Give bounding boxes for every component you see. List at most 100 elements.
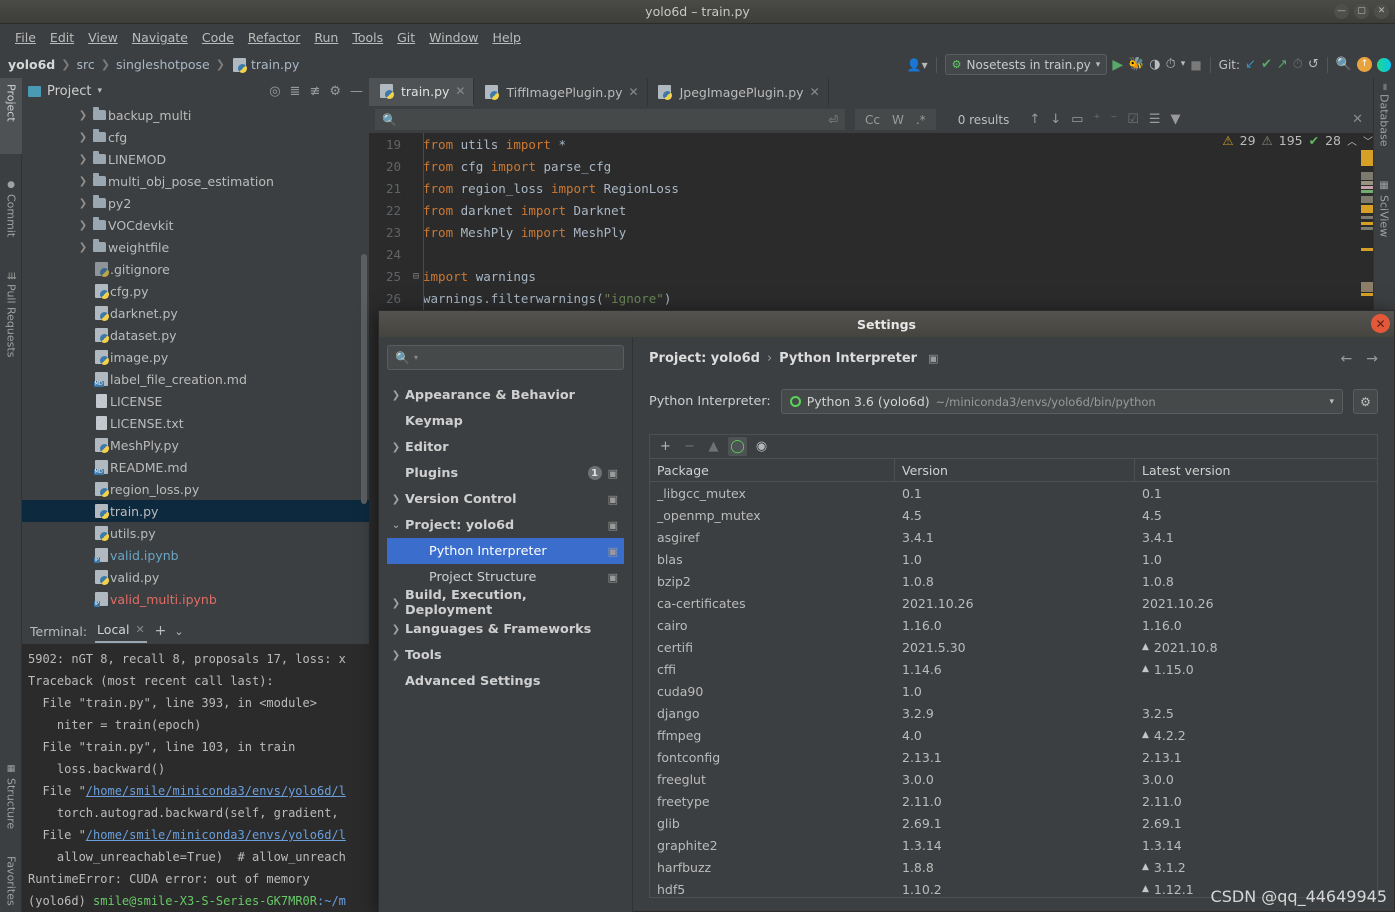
close-button[interactable]: ✕ [1374, 4, 1389, 19]
sidebar-item-commit[interactable]: ● Commit [0, 174, 22, 252]
exclude-icon[interactable]: ☑ [1127, 112, 1139, 127]
nav-forward-icon[interactable]: → [1366, 351, 1378, 367]
push-icon[interactable]: ↗ [1277, 58, 1288, 71]
debug-icon[interactable]: 🐝 [1128, 58, 1144, 71]
chevron-right-icon[interactable]: ❯ [387, 494, 405, 505]
add-package-icon[interactable]: + [656, 437, 675, 456]
chevron-right-icon[interactable]: ❯ [387, 624, 405, 635]
menu-edit[interactable]: Edit [43, 27, 81, 48]
tree-item--gitignore[interactable]: .gitignore [22, 258, 369, 280]
code-line[interactable]: 20 from cfg import parse_cfg [369, 155, 1373, 177]
history-icon[interactable]: ⏱ [1293, 58, 1303, 71]
sidebar-item-favorites[interactable]: Favorites [0, 850, 22, 912]
table-row[interactable]: blas 1.0 1.0 [650, 548, 1377, 570]
chevron-right-icon[interactable]: ❯ [387, 598, 405, 609]
table-row[interactable]: _libgcc_mutex 0.1 0.1 [650, 482, 1377, 504]
copy-icon[interactable]: ▣ [608, 519, 618, 532]
chevron-right-icon[interactable]: ❯ [76, 220, 90, 231]
sidebar-item-structure[interactable]: ▦ Structure [0, 758, 22, 844]
tree-item-linemod[interactable]: ❯ LINEMOD [22, 148, 369, 170]
filter-icon[interactable]: ▼ [1171, 112, 1181, 127]
close-icon[interactable]: ✕ [629, 85, 639, 99]
menu-navigate[interactable]: Navigate [125, 27, 195, 48]
menu-help[interactable]: Help [485, 27, 528, 48]
settings-category-tree[interactable]: ❯ Appearance & Behavior Keymap ❯ Editor Plugi… [387, 382, 624, 694]
chevron-right-icon[interactable]: ❯ [76, 198, 90, 209]
chevron-right-icon[interactable]: ❯ [76, 132, 90, 143]
show-early-releases-icon[interactable]: ◉ [752, 437, 771, 456]
words-toggle[interactable]: W [892, 113, 904, 127]
find-input[interactable]: 🔍 ⏎ [375, 109, 845, 130]
remove-line-icon[interactable]: ⁻ [1110, 112, 1117, 127]
chevron-down-icon[interactable]: ▾ [97, 86, 102, 96]
table-row[interactable]: certifi 2021.5.30 ▲ 2021.10.8 [650, 636, 1377, 658]
menu-tools[interactable]: Tools [345, 27, 390, 48]
breadcrumb-singleshotpose[interactable]: singleshotpose [116, 57, 210, 72]
column-header-version[interactable]: Version [895, 459, 1135, 481]
table-row[interactable]: cuda90 1.0 [650, 680, 1377, 702]
copy-icon[interactable]: ▣ [608, 493, 618, 506]
breadcrumb-project[interactable]: Project: yolo6d [649, 351, 760, 366]
tree-item-image-py[interactable]: image.py [22, 346, 369, 368]
upgrade-package-icon[interactable]: ▲ [704, 437, 723, 456]
chevron-right-icon[interactable]: ❯ [387, 442, 405, 453]
tree-item-vocdevkit[interactable]: ❯ VOCdevkit [22, 214, 369, 236]
tree-item-meshply-py[interactable]: MeshPly.py [22, 434, 369, 456]
interpreter-settings-button[interactable]: ⚙ [1353, 389, 1378, 414]
chevron-down-icon[interactable]: ⌄ [387, 520, 405, 531]
breadcrumb-trainpy[interactable]: train.py [251, 57, 299, 72]
match-case-toggle[interactable]: Cc [865, 113, 880, 127]
chevron-up-icon[interactable]: ︿ [1347, 133, 1357, 148]
tree-item-cfg-py[interactable]: cfg.py [22, 280, 369, 302]
settings-item-build-execution-deployment[interactable]: ❯ Build, Execution, Deployment [387, 588, 624, 618]
table-row[interactable]: cffi 1.14.6 ▲ 1.15.0 [650, 658, 1377, 680]
sidebar-item-pull-requests[interactable]: ⇶ Pull Requests [0, 266, 22, 382]
tree-item-region-loss-py[interactable]: region_loss.py [22, 478, 369, 500]
copy-icon[interactable]: ▣ [608, 467, 618, 480]
settings-item-appearance-behavior[interactable]: ❯ Appearance & Behavior [387, 382, 624, 408]
tree-item-multi-obj-pose-estimation[interactable]: ❯ multi_obj_pose_estimation [22, 170, 369, 192]
tree-item-weightfile[interactable]: ❯ weightfile [22, 236, 369, 258]
table-row[interactable]: ca-certificates 2021.10.26 2021.10.26 [650, 592, 1377, 614]
nav-back-icon[interactable]: ← [1341, 351, 1353, 367]
table-row[interactable]: harfbuzz 1.8.8 ▲ 3.1.2 [650, 856, 1377, 878]
run-icon[interactable]: ▶ [1112, 58, 1123, 72]
copy-icon[interactable]: ▣ [608, 545, 618, 558]
sidebar-item-database[interactable]: ═ Database [1373, 78, 1395, 160]
chevron-right-icon[interactable]: ❯ [387, 390, 405, 401]
menu-code[interactable]: Code [195, 27, 241, 48]
remove-package-icon[interactable]: − [680, 437, 699, 456]
breadcrumb-python-interpreter[interactable]: Python Interpreter [779, 351, 917, 366]
minimize-button[interactable]: — [1334, 4, 1349, 19]
tree-item-darknet-py[interactable]: darknet.py [22, 302, 369, 324]
user-icon[interactable]: 👤▾ [907, 59, 928, 71]
chevron-right-icon[interactable]: ❯ [76, 110, 90, 121]
fold-marker-icon[interactable]: ⊟ [409, 271, 423, 282]
tree-item-py2[interactable]: ❯ py2 [22, 192, 369, 214]
rollback-icon[interactable]: ↺ [1308, 58, 1319, 71]
table-row[interactable]: graphite2 1.3.14 1.3.14 [650, 834, 1377, 856]
tree-item-valid-multi-ipynb[interactable]: valid_multi.ipynb [22, 588, 369, 610]
settings-item-project-yolo6d[interactable]: ⌄ Project: yolo6d ▣ [387, 512, 624, 538]
breadcrumb-src[interactable]: src [76, 57, 94, 72]
collapse-all-icon[interactable]: ≢ [309, 84, 320, 99]
tree-item-valid-ipynb[interactable]: valid.ipynb [22, 544, 369, 566]
settings-item-plugins[interactable]: Plugins 1 ▣ [387, 460, 624, 486]
settings-item-languages-frameworks[interactable]: ❯ Languages & Frameworks [387, 616, 624, 642]
expand-all-icon[interactable]: ≣ [290, 84, 301, 99]
table-row[interactable]: freetype 2.11.0 2.11.0 [650, 790, 1377, 812]
column-header-latest-version[interactable]: Latest version [1135, 459, 1377, 481]
profile-icon[interactable]: ⏱ [1166, 58, 1176, 71]
terminal-file-link[interactable]: /home/smile/miniconda3/envs/yolo6d/l [86, 828, 346, 842]
tree-item-readme-md[interactable]: README.md [22, 456, 369, 478]
chevron-right-icon[interactable]: ❯ [387, 650, 405, 661]
editor-marker-column[interactable] [1361, 150, 1373, 310]
inspection-widget[interactable]: ⚠ 29 ⚠ 195 ✔ 28 ︿ ﹀ [1222, 133, 1373, 148]
chevron-right-icon[interactable]: ❯ [76, 154, 90, 165]
run-configuration-selector[interactable]: ⚙ Nosetests in train.py ▾ [944, 54, 1108, 75]
tree-item-utils-py[interactable]: utils.py [22, 522, 369, 544]
settings-item-advanced-settings[interactable]: Advanced Settings [387, 668, 624, 694]
next-match-icon[interactable]: ↓ [1050, 112, 1061, 127]
code-editor[interactable]: 19 from utils import * 20 from cfg import p… [369, 133, 1373, 313]
interpreter-select[interactable]: Python 3.6 (yolo6d) ~/miniconda3/envs/yo… [780, 389, 1343, 414]
